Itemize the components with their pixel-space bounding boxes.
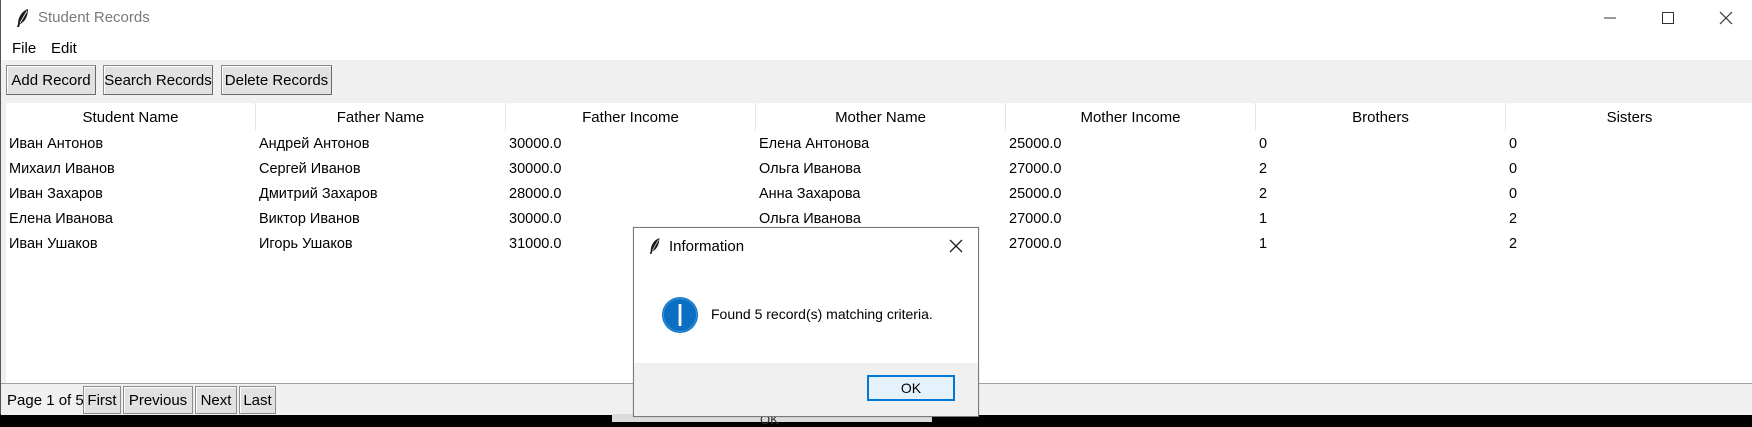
cell-sisters: 0 — [1509, 186, 1518, 202]
maximize-icon — [1662, 12, 1674, 24]
cell-mother-income: 27000.0 — [1009, 236, 1062, 252]
cell-brothers: 1 — [1259, 236, 1268, 252]
cell-student-name: Михаил Иванов — [9, 161, 115, 177]
cell-mother-income: 27000.0 — [1009, 211, 1062, 227]
menu-edit[interactable]: Edit — [51, 40, 77, 57]
add-record-button[interactable]: Add Record — [6, 65, 96, 95]
table-row[interactable]: Иван Захаров Дмитрий Захаров 28000.0 Анн… — [6, 182, 1752, 207]
cell-mother-name: Анна Захарова — [759, 186, 861, 202]
close-icon — [949, 239, 963, 253]
minimize-icon — [1604, 17, 1616, 19]
cell-father-income: 31000.0 — [509, 236, 562, 252]
cell-mother-name: Ольга Иванова — [759, 161, 861, 177]
column-header-sisters[interactable]: Sisters — [1506, 103, 1752, 131]
cell-student-name: Иван Ушаков — [9, 236, 98, 252]
delete-records-button[interactable]: Delete Records — [221, 65, 332, 95]
close-icon — [1719, 11, 1733, 25]
column-header-student-name[interactable]: Student Name — [6, 103, 256, 131]
cell-student-name: Иван Захаров — [9, 186, 103, 202]
cell-father-income: 28000.0 — [509, 186, 562, 202]
cell-student-name: Елена Иванова — [9, 211, 113, 227]
cell-father-name: Виктор Иванов — [259, 211, 360, 227]
search-records-button[interactable]: Search Records — [103, 65, 213, 95]
column-header-mother-name[interactable]: Mother Name — [756, 103, 1006, 131]
last-page-button[interactable]: Last — [239, 386, 276, 414]
dialog-message: Found 5 record(s) matching criteria. — [711, 306, 933, 322]
ok-button[interactable]: OK — [867, 375, 955, 401]
cell-brothers: 2 — [1259, 161, 1268, 177]
maximize-button[interactable] — [1643, 0, 1693, 36]
column-header-brothers[interactable]: Brothers — [1256, 103, 1506, 131]
menu-bar: File Edit — [1, 36, 1752, 60]
information-dialog: Information Found 5 record(s) matching c… — [633, 227, 979, 417]
cell-sisters: 0 — [1509, 136, 1518, 152]
cell-mother-income: 27000.0 — [1009, 161, 1062, 177]
menu-file[interactable]: File — [12, 40, 36, 57]
cell-brothers: 0 — [1259, 136, 1268, 152]
info-icon — [662, 297, 698, 333]
previous-page-button[interactable]: Previous — [123, 386, 193, 414]
cell-father-income: 30000.0 — [509, 161, 562, 177]
dialog-title-bar: Information — [634, 228, 978, 264]
column-header-father-income[interactable]: Father Income — [506, 103, 756, 131]
cell-brothers: 1 — [1259, 211, 1268, 227]
cell-mother-income: 25000.0 — [1009, 136, 1062, 152]
feather-icon — [17, 9, 28, 27]
first-page-button[interactable]: First — [83, 386, 121, 414]
cell-father-income: 30000.0 — [509, 211, 562, 227]
cell-sisters: 0 — [1509, 161, 1518, 177]
cell-brothers: 2 — [1259, 186, 1268, 202]
toolbar: Add Record Search Records Delete Records — [1, 60, 1752, 102]
cell-sisters: 2 — [1509, 211, 1518, 227]
cell-father-income: 30000.0 — [509, 136, 562, 152]
cell-student-name: Иван Антонов — [9, 136, 104, 152]
table-header: Student Name Father Name Father Income M… — [6, 103, 1752, 131]
dialog-footer: OK — [634, 363, 978, 416]
cell-mother-income: 25000.0 — [1009, 186, 1062, 202]
cell-father-name: Дмитрий Захаров — [259, 186, 378, 202]
column-header-father-name[interactable]: Father Name — [256, 103, 506, 131]
cell-mother-name: Елена Антонова — [759, 136, 870, 152]
cell-father-name: Сергей Иванов — [259, 161, 361, 177]
dialog-close-button[interactable] — [942, 234, 970, 258]
table-row[interactable]: Михаил Иванов Сергей Иванов 30000.0 Ольг… — [6, 157, 1752, 182]
cell-father-name: Игорь Ушаков — [259, 236, 353, 252]
minimize-button[interactable] — [1585, 0, 1635, 36]
table-row[interactable]: Иван Антонов Андрей Антонов 30000.0 Елен… — [6, 132, 1752, 157]
close-button[interactable] — [1701, 0, 1751, 36]
dialog-title: Information — [669, 238, 745, 255]
cell-father-name: Андрей Антонов — [259, 136, 370, 152]
column-header-mother-income[interactable]: Mother Income — [1006, 103, 1256, 131]
title-bar: Student Records — [1, 0, 1752, 36]
cell-sisters: 2 — [1509, 236, 1518, 252]
feather-icon — [649, 238, 660, 254]
page-indicator: Page 1 of 5 — [7, 392, 84, 409]
next-page-button[interactable]: Next — [195, 386, 237, 414]
window-title: Student Records — [38, 9, 150, 26]
